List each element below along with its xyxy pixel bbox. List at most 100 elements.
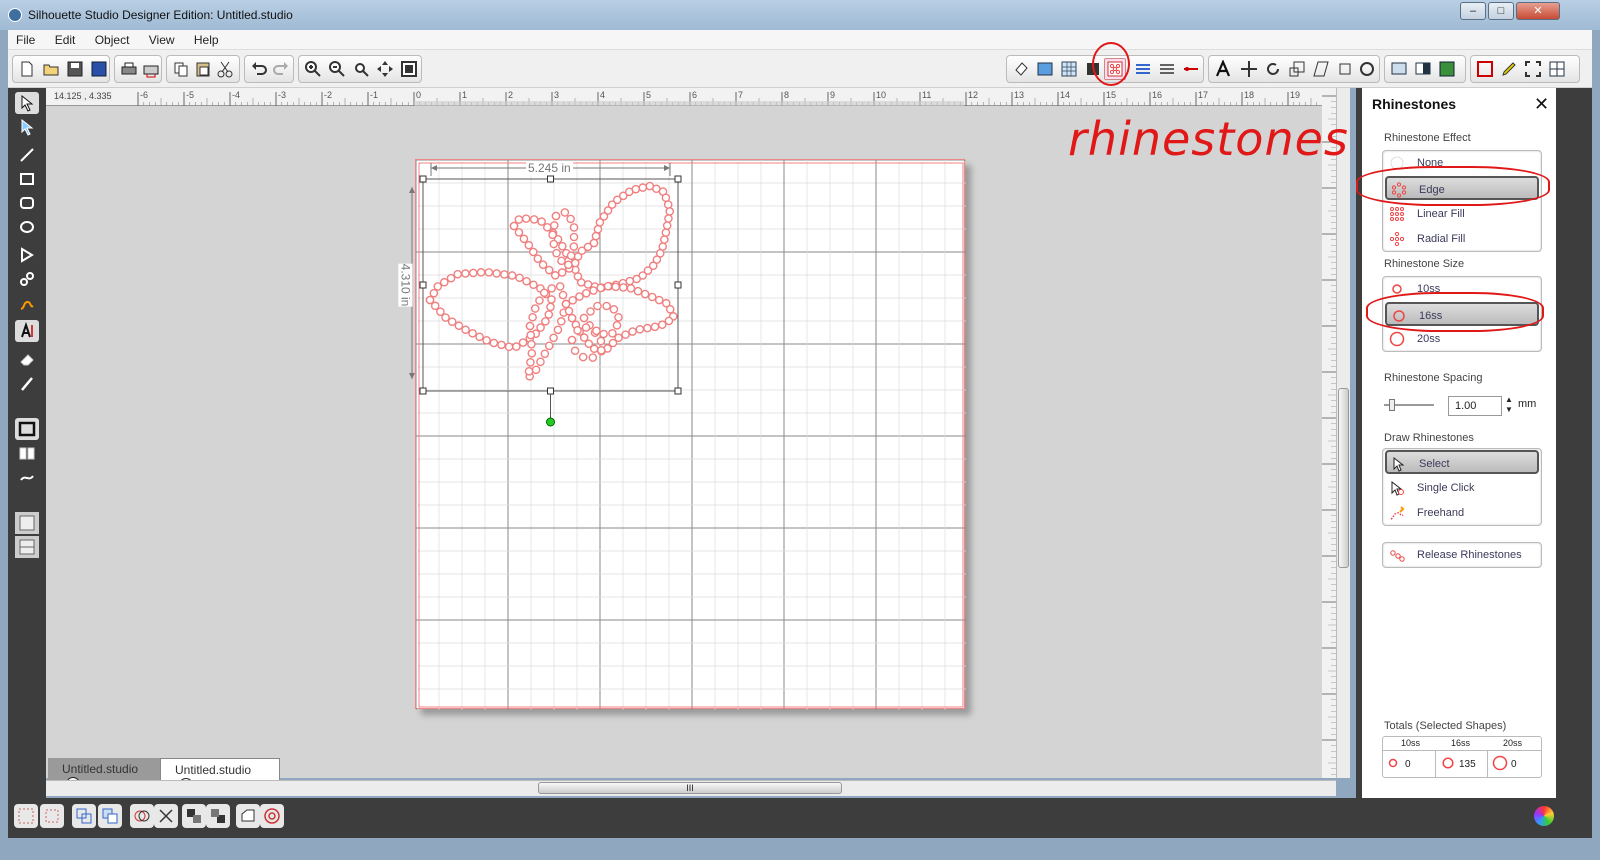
save-to-library-icon[interactable] [88, 58, 110, 80]
freehand-draw-icon [1390, 506, 1405, 520]
vertical-scrollbar[interactable] [1336, 88, 1350, 778]
zoom-in-icon[interactable] [302, 58, 324, 80]
grid-view-icon[interactable] [1546, 58, 1568, 80]
menu-object[interactable]: Object [87, 30, 138, 47]
knife-tool-icon[interactable] [15, 372, 39, 394]
send-to-cutter-icon[interactable] [140, 58, 162, 80]
page-setup-icon[interactable] [1034, 58, 1056, 80]
split-view-bottom-icon[interactable] [15, 536, 39, 558]
color-wheel-icon[interactable] [1534, 806, 1554, 826]
library-icon[interactable] [1388, 58, 1410, 80]
release-compound-path-icon[interactable] [98, 804, 122, 828]
ruler-label: -1 [370, 90, 378, 100]
release-rhinestones-option[interactable]: Release Rhinestones [1385, 543, 1539, 567]
open-folder-icon[interactable] [40, 58, 62, 80]
release-rhinestones-icon [1390, 550, 1405, 562]
text-tool-icon[interactable] [15, 320, 39, 342]
line-style-icon[interactable] [1132, 58, 1154, 80]
sketch-pen-icon[interactable] [1498, 58, 1520, 80]
fullscreen-icon[interactable] [1522, 58, 1544, 80]
effect-radial-fill-option[interactable]: Radial Fill [1385, 227, 1539, 251]
menu-edit[interactable]: Edit [47, 30, 84, 47]
fill-color-icon[interactable] [1010, 58, 1032, 80]
new-document-icon[interactable] [16, 58, 38, 80]
rhinestone-spacing-label: Rhinestone Spacing [1384, 372, 1483, 384]
line-weight-icon[interactable] [1156, 58, 1178, 80]
modify-icon[interactable] [1356, 58, 1378, 80]
cut-border-icon[interactable] [1474, 58, 1496, 80]
cut-border [418, 162, 964, 708]
shape-panel-icon[interactable] [15, 418, 39, 440]
cut-settings-icon[interactable] [1180, 58, 1202, 80]
design-store-icon[interactable] [1412, 58, 1434, 80]
spacing-stepper[interactable]: ▲ ▼ [1505, 395, 1513, 415]
ruler-label: 2 [508, 90, 513, 100]
paste-icon[interactable] [192, 58, 214, 80]
cutting-mat-page[interactable] [415, 159, 966, 710]
draw-single-click-option[interactable]: Single Click [1385, 476, 1539, 500]
weld-icon[interactable] [130, 804, 154, 828]
menu-file[interactable]: File [8, 30, 43, 47]
spacing-input[interactable]: 1.00 [1448, 396, 1502, 416]
line-tool-icon[interactable] [15, 144, 39, 166]
freehand-tool-icon[interactable] [15, 292, 39, 314]
delete-icon[interactable] [154, 804, 178, 828]
eraser-tool-icon[interactable] [15, 348, 39, 370]
curve-tool-icon[interactable] [15, 268, 39, 290]
panel-close-icon[interactable]: ✕ [1534, 94, 1549, 115]
document-tab-2-active[interactable]: Untitled.studio✕ [160, 758, 280, 792]
ungroup-icon[interactable] [40, 804, 64, 828]
ellipse-tool-icon[interactable] [15, 216, 39, 238]
print-icon[interactable] [118, 58, 140, 80]
horizontal-scroll-thumb[interactable]: III [538, 782, 842, 794]
annotation-circle-16ss [1366, 292, 1544, 332]
rounded-rectangle-tool-icon[interactable] [15, 192, 39, 214]
document-tab-1[interactable]: Untitled.studio✕ [48, 758, 160, 791]
rotate-icon[interactable] [1262, 58, 1284, 80]
minimize-button[interactable]: – [1460, 2, 1486, 20]
align-icon[interactable] [1238, 58, 1260, 80]
draw-rhinestones-group: Select Single Click Freehand [1382, 448, 1542, 526]
polygon-tool-icon[interactable] [15, 244, 39, 266]
offset-icon[interactable] [236, 804, 260, 828]
zoom-out-icon[interactable] [326, 58, 348, 80]
zoom-selection-icon[interactable] [350, 58, 372, 80]
bring-to-front-icon[interactable] [182, 804, 206, 828]
ruler-label: 18 [1244, 90, 1254, 100]
cut-studio-icon[interactable] [1436, 58, 1458, 80]
grid-settings-icon[interactable] [1058, 58, 1080, 80]
ruler-label: 12 [968, 90, 978, 100]
shear-icon[interactable] [1310, 58, 1332, 80]
save-icon[interactable] [64, 58, 86, 80]
trace-target-icon[interactable] [260, 804, 284, 828]
group-icon[interactable] [14, 804, 38, 828]
menu-view[interactable]: View [141, 30, 183, 47]
menu-help[interactable]: Help [186, 30, 227, 47]
close-window-button[interactable]: ✕ [1516, 2, 1560, 20]
fit-to-page-icon[interactable] [398, 58, 420, 80]
vertical-scroll-thumb[interactable] [1338, 388, 1349, 568]
undo-icon[interactable] [248, 58, 270, 80]
trace-panel-icon[interactable] [15, 466, 39, 488]
draw-select-option[interactable]: Select [1385, 450, 1539, 474]
draw-freehand-option[interactable]: Freehand [1385, 501, 1539, 525]
split-view-top-icon[interactable] [15, 512, 39, 534]
book-panel-icon[interactable] [15, 442, 39, 464]
make-compound-path-icon[interactable] [72, 804, 96, 828]
copy-icon[interactable] [170, 58, 192, 80]
totals-header-10ss: 10ss [1401, 738, 1421, 748]
select-tool-icon[interactable] [15, 92, 39, 114]
maximize-button[interactable]: □ [1488, 2, 1514, 20]
cut-scissors-icon[interactable] [214, 58, 236, 80]
move-icon[interactable] [1334, 58, 1356, 80]
spacing-slider-knob[interactable] [1389, 399, 1395, 411]
pan-icon[interactable] [374, 58, 396, 80]
redo-icon[interactable] [270, 58, 292, 80]
text-style-icon[interactable] [1212, 58, 1234, 80]
point-edit-tool-icon[interactable] [15, 116, 39, 138]
release-rhinestones-button[interactable]: Release Rhinestones [1382, 542, 1542, 568]
size-20ss-icon [1389, 331, 1405, 347]
rectangle-tool-icon[interactable] [15, 168, 39, 190]
send-to-back-icon[interactable] [206, 804, 230, 828]
scale-icon[interactable] [1286, 58, 1308, 80]
